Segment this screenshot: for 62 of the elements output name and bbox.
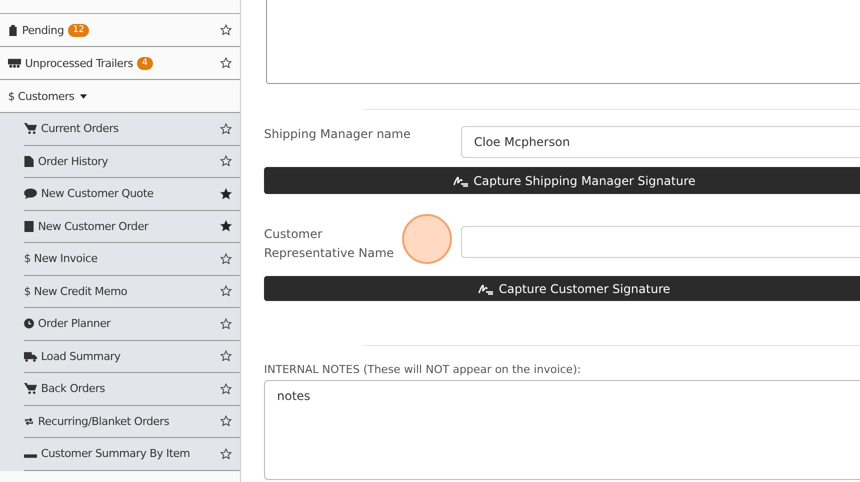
star-outline-icon[interactable] [220, 382, 232, 395]
item-label: Unprocessed Trailers [25, 56, 134, 70]
item-label: Order History [38, 154, 108, 168]
clipboard-icon [8, 24, 18, 36]
item-label: New Customer Quote [41, 187, 154, 200]
item-label: $ New Credit Memo [24, 284, 128, 298]
trailer-icon [8, 58, 21, 68]
submenu-item[interactable]: Back Orders [24, 373, 240, 406]
capture-signature-button[interactable]: Capture Customer Signature [264, 276, 860, 301]
submenu-item[interactable]: $ New Credit Memo [24, 276, 240, 308]
field-label: Customer Representative Name [264, 226, 395, 262]
item-label: Order Planner [38, 317, 111, 330]
notes-text-area[interactable]: notes [264, 380, 860, 480]
star-outline-icon[interactable] [220, 318, 232, 330]
count-badge: 12 [68, 24, 90, 36]
item-label: Pending [22, 24, 64, 36]
filled-star-icon[interactable] [220, 188, 232, 200]
clock-icon [24, 318, 34, 330]
star-outline-icon[interactable] [220, 24, 232, 36]
item-label: New Customer Order [38, 220, 148, 233]
count-badge: 4 [137, 56, 153, 70]
item-label: Customer Summary By Item [41, 447, 190, 460]
book-icon [24, 220, 34, 232]
submenu-item[interactable]: Recurring/Blanket Orders [24, 406, 240, 438]
submenu-item[interactable]: Customer Summary By Item [24, 438, 240, 470]
repeat-icon [24, 416, 34, 427]
submenu-item[interactable]: $ New Invoice [24, 243, 240, 276]
item-label: Recurring/Blanket Orders [38, 414, 170, 428]
submenu-item[interactable]: New Customer Order [24, 210, 240, 243]
star-outline-icon[interactable] [220, 350, 232, 362]
notes-label: INTERNAL NOTES (These will NOT appear on the invoice): [264, 363, 581, 376]
submenu-item[interactable]: Order Planner [24, 308, 240, 340]
submenu-item[interactable]: Load Summary [24, 340, 240, 373]
field-label: Shipping Manager name [264, 126, 412, 143]
item-label: Load Summary [41, 350, 120, 363]
signature-icon [478, 282, 494, 294]
signature-icon [452, 174, 468, 186]
name-input-field[interactable] [461, 226, 860, 258]
name-input-field[interactable]: Cloe Mcpherson [461, 126, 860, 158]
capture-signature-button[interactable]: Capture Shipping Manager Signature [264, 167, 860, 194]
click-indicator [402, 214, 452, 264]
document-icon [24, 156, 34, 167]
submenu-item[interactable]: Order History [24, 146, 240, 178]
star-outline-icon[interactable] [220, 285, 232, 298]
submenu-item[interactable]: New Customer Quote [24, 178, 240, 210]
filled-star-icon[interactable] [220, 220, 232, 232]
submenu-item[interactable]: Current Orders [24, 113, 240, 146]
star-outline-icon[interactable] [220, 57, 232, 69]
cart-icon [24, 383, 37, 394]
star-outline-icon[interactable] [220, 155, 232, 168]
star-outline-icon[interactable] [220, 415, 232, 428]
group-label: $ Customers [8, 90, 74, 102]
cart-icon [24, 123, 37, 134]
item-label: Current Orders [41, 122, 119, 136]
star-outline-icon[interactable] [220, 252, 232, 265]
item-label: Back Orders [41, 382, 105, 396]
truck-icon [24, 350, 37, 362]
item-label: $ New Invoice [24, 252, 98, 266]
speech-bubble-icon [24, 188, 37, 200]
caret-icon [80, 94, 88, 98]
star-outline-icon[interactable] [220, 122, 232, 135]
star-outline-icon[interactable] [220, 448, 232, 460]
